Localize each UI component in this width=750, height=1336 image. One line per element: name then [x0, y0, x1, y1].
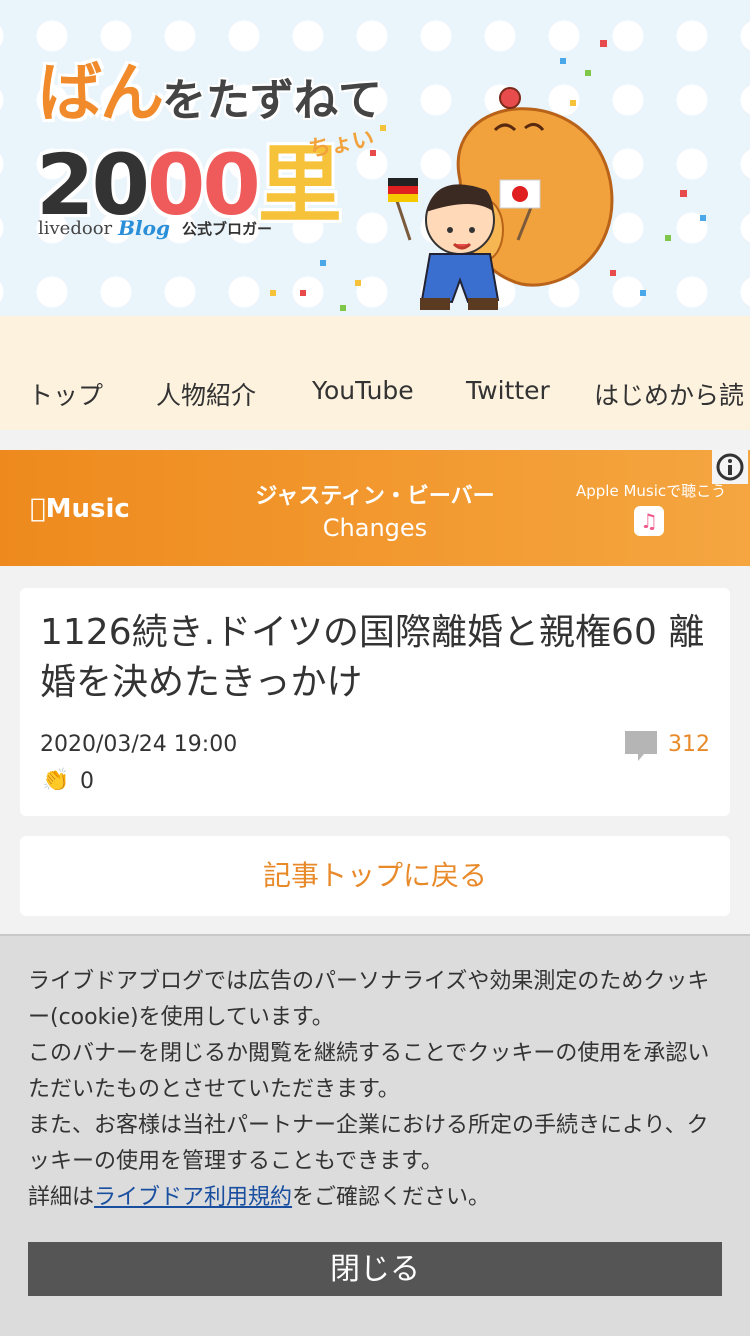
cookie-consent-banner: ライブドアブログでは広告のパーソナライズや効果測定のためクッキー(cookie)… — [0, 934, 750, 1336]
cookie-details-suffix: をご確認ください。 — [292, 1185, 491, 1210]
blog-logo-text: Blog — [118, 216, 170, 240]
header-illustration — [270, 40, 706, 311]
article-header-card: 1126続き.ドイツの国際離婚と親権60 離婚を決めたきっかけ 2020/03/… — [20, 588, 730, 816]
info-icon — [716, 453, 744, 481]
back-to-article-top-button[interactable]: 記事トップに戻る — [20, 836, 730, 916]
cookie-close-button[interactable]: 閉じる — [28, 1242, 722, 1296]
article-date: 2020/03/24 19:00 — [40, 732, 238, 757]
cookie-notice-line: このバナーを閉じるか閲覧を継続することでクッキーの使用を承認いただいたものとさせ… — [28, 1041, 710, 1102]
cookie-notice-text: ライブドアブログでは広告のパーソナライズや効果測定のためクッキー(cookie)… — [28, 964, 728, 1216]
cookie-notice-line: ライブドアブログでは広告のパーソナライズや効果測定のためクッキー(cookie)… — [28, 969, 710, 1030]
official-blogger-badge: livedoor Blog 公式ブロガー — [38, 216, 272, 240]
nav-item-youtube[interactable]: YouTube — [312, 376, 414, 405]
livedoor-logo-text: livedoor — [38, 217, 113, 239]
music-note-icon: ♫ — [634, 506, 664, 536]
apple-music-ad[interactable]: Music ジャスティン・ビーバー Changes Apple Musicで聴… — [0, 450, 750, 566]
terms-of-use-link[interactable]: ライブドア利用規約 — [94, 1185, 292, 1210]
ad-info-button[interactable] — [712, 450, 748, 484]
ad-cta[interactable]: Apple Musicで聴こう — [576, 480, 726, 501]
nav-item-profiles[interactable]: 人物紹介 — [156, 376, 256, 412]
nav-item-read-from-start[interactable]: はじめから読 — [594, 376, 744, 412]
nav-item-twitter[interactable]: Twitter — [466, 376, 550, 405]
article-title: 1126続き.ドイツの国際離婚と親権60 離婚を決めたきっかけ — [40, 612, 705, 703]
comment-count[interactable]: 312 — [668, 732, 710, 757]
comment-icon[interactable] — [624, 730, 658, 762]
cookie-details-prefix: 詳細は — [28, 1185, 95, 1210]
nav-item-top[interactable]: トップ — [28, 376, 103, 412]
official-blogger-label: 公式ブロガー — [181, 219, 272, 238]
clap-icon[interactable]: 👏 — [42, 768, 69, 793]
cookie-notice-line: 詳細はライブドア利用規約をご確認ください。 — [28, 1180, 728, 1216]
global-nav: トップ 人物紹介 YouTube Twitter はじめから読 — [0, 316, 750, 430]
clap-count: 0 — [80, 769, 94, 794]
cookie-notice-line: また、お客様は当社パートナー企業における所定の手続きにより、クッキーの使用を管理… — [28, 1113, 709, 1174]
blog-header-banner[interactable]: ばんをたずねて 2000里 ちょい livedoor Blog 公式ブロガー — [0, 0, 750, 316]
